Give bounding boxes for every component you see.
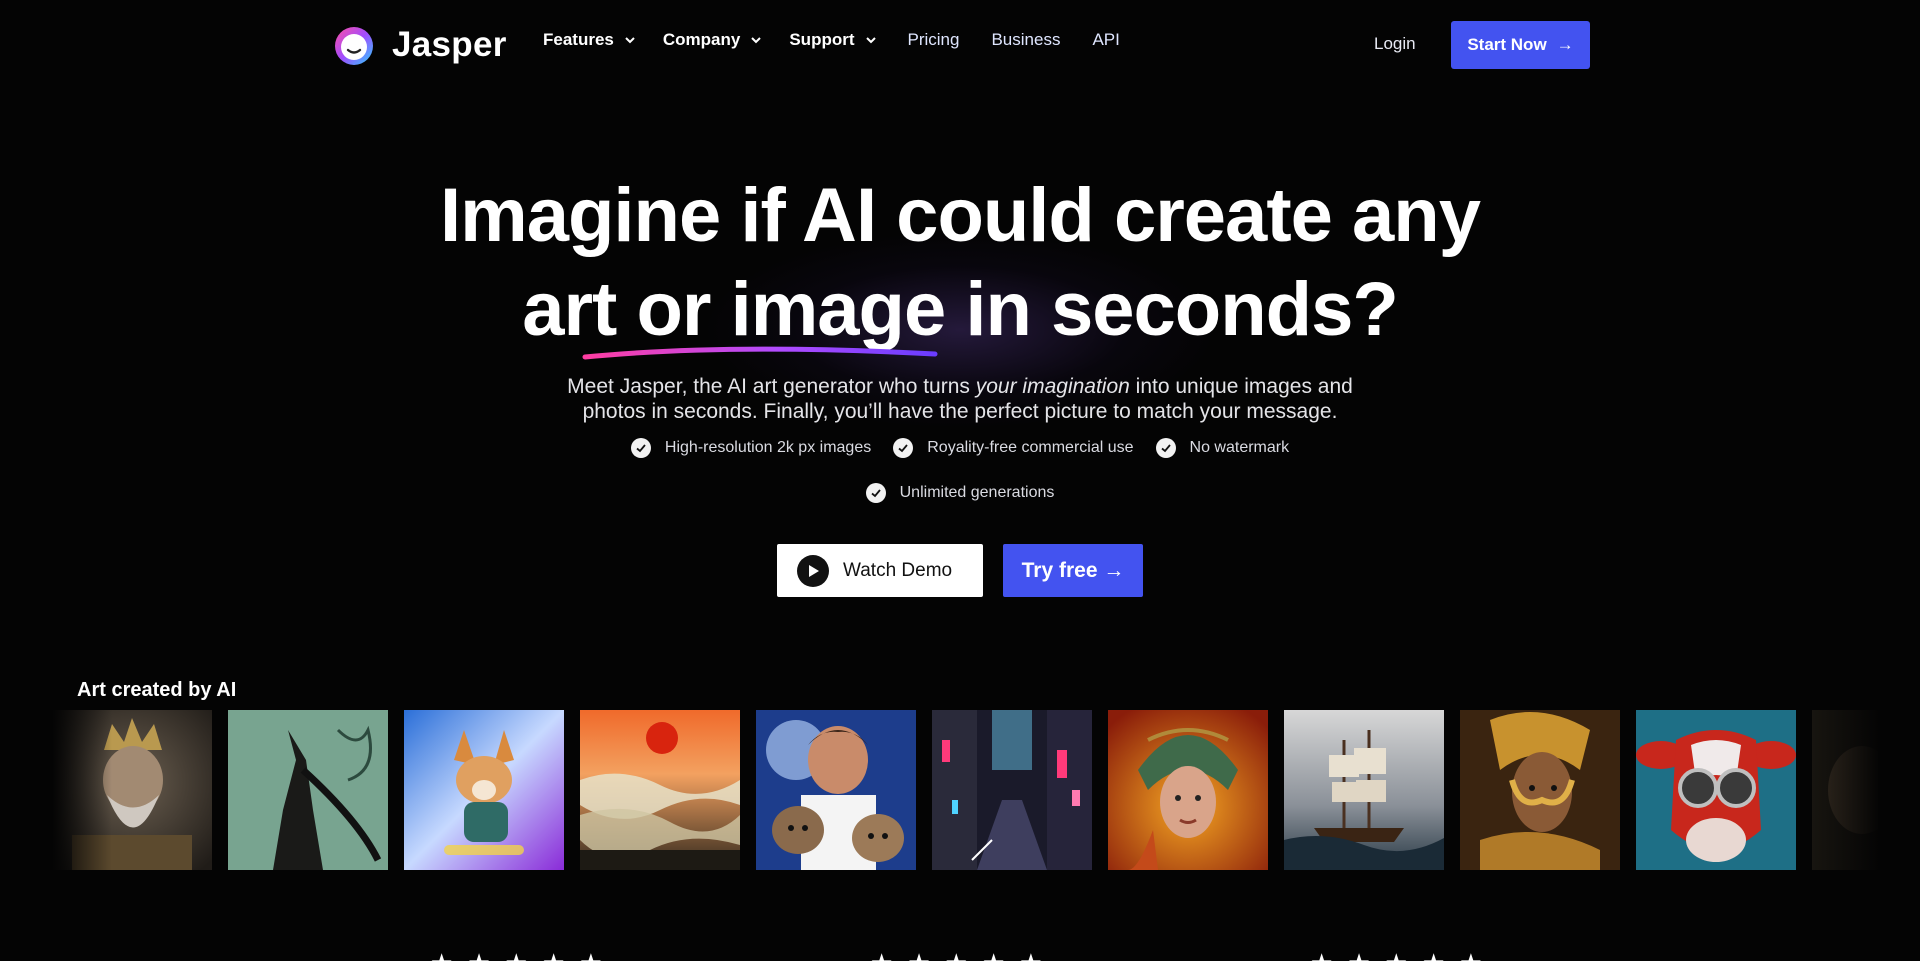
- art-gallery: [52, 710, 1878, 870]
- nav-support-label: Support: [789, 30, 855, 49]
- feature-item: High-resolution 2k px images: [630, 438, 872, 458]
- sailing-ship-image: [1284, 710, 1444, 870]
- jasper-logo[interactable]: Jasper: [330, 24, 507, 66]
- chevron-down-icon: [865, 37, 876, 44]
- feature-item: Royality-free commercial use: [893, 438, 1134, 458]
- hero-sub-emphasis: your imagination: [975, 375, 1130, 398]
- nav-pricing-link[interactable]: Pricing: [908, 30, 960, 50]
- check-icon: [1155, 438, 1176, 458]
- rating-stars: ★ ★ ★ ★ ★: [430, 950, 603, 961]
- nav-features-dropdown[interactable]: Features: [543, 30, 637, 50]
- feature-list-row2: Unlimited generations: [0, 483, 1920, 503]
- hero-headline-line1: Imagine if AI could create any: [440, 173, 1481, 258]
- rating-stars: ★ ★ ★ ★ ★: [1310, 950, 1483, 961]
- arrow-right-icon: →: [1556, 35, 1574, 54]
- ocean-sunset-image: [580, 710, 740, 870]
- golden-woman-image: [1460, 710, 1620, 870]
- check-icon: [865, 483, 886, 503]
- warrior-woman-image: [1108, 710, 1268, 870]
- headline-underline: [582, 346, 938, 360]
- rating-stars: ★ ★ ★ ★ ★: [870, 950, 1043, 961]
- chevron-down-icon: [751, 37, 762, 44]
- star-icon: ★: [1019, 950, 1042, 961]
- hero-subtitle: Meet Jasper, the AI art generator who tu…: [0, 374, 1920, 424]
- star-icon: ★: [542, 950, 565, 961]
- login-link[interactable]: Login: [1374, 34, 1416, 54]
- watch-demo-button[interactable]: Watch Demo: [777, 544, 983, 597]
- nav-api-link[interactable]: API: [1092, 30, 1119, 50]
- jasper-logo-icon: [335, 27, 373, 65]
- star-icon: ★: [945, 950, 968, 961]
- nav-company-label: Company: [662, 30, 741, 49]
- man-with-kittens-image: [756, 710, 916, 870]
- neon-city-image: [932, 710, 1092, 870]
- feature-item: Unlimited generations: [865, 483, 1055, 503]
- star-icon: ★: [1459, 950, 1482, 961]
- star-icon: ★: [1385, 950, 1408, 961]
- dark-creature-image: [228, 710, 388, 870]
- top-navbar: Jasper Features Company Support Pricing …: [0, 0, 1920, 90]
- hero-headline-line2: art or image in seconds?: [522, 267, 1399, 352]
- nav-support-dropdown[interactable]: Support: [789, 30, 877, 50]
- star-icon: ★: [870, 950, 893, 961]
- art-gallery-title: Art created by AI: [77, 679, 237, 701]
- star-icon: ★: [1310, 950, 1333, 961]
- logo-text: Jasper: [392, 25, 507, 64]
- watch-demo-label: Watch Demo: [843, 559, 953, 581]
- start-now-label: Start Now: [1467, 35, 1547, 54]
- star-icon: ★: [579, 950, 602, 961]
- feature-item: No watermark: [1155, 438, 1290, 458]
- star-icon: ★: [505, 950, 528, 961]
- star-icon: ★: [467, 950, 490, 961]
- hero-sub-line2: photos in seconds. Finally, you’ll have …: [582, 400, 1338, 423]
- nav-menu: Features Company Support Pricing Busines…: [543, 30, 1120, 50]
- check-icon: [893, 438, 914, 458]
- feature-label: Royality-free commercial use: [927, 439, 1134, 456]
- try-free-button[interactable]: Try free →: [1003, 544, 1143, 597]
- hero-sub-part2: into unique images and: [1129, 375, 1353, 398]
- corgi-image: [404, 710, 564, 870]
- cow-sunglasses-image: [1636, 710, 1796, 870]
- chevron-down-icon: [625, 37, 635, 44]
- play-icon: [797, 554, 829, 587]
- gallery-fade-right: [1800, 710, 1880, 870]
- try-free-label: Try free →: [1021, 558, 1125, 582]
- nav-business-link[interactable]: Business: [991, 30, 1060, 50]
- nav-features-label: Features: [543, 30, 614, 49]
- star-icon: ★: [430, 950, 453, 961]
- feature-label: High-resolution 2k px images: [664, 439, 872, 456]
- feature-label: No watermark: [1189, 439, 1290, 456]
- star-icon: ★: [907, 950, 930, 961]
- feature-label: Unlimited generations: [899, 484, 1055, 501]
- check-icon: [630, 438, 651, 458]
- nav-company-dropdown[interactable]: Company: [663, 30, 763, 50]
- hero-sub-part1: Meet Jasper, the AI art generator who tu…: [567, 375, 976, 398]
- start-now-button[interactable]: Start Now →: [1451, 21, 1590, 69]
- gallery-fade-left: [52, 710, 112, 870]
- star-icon: ★: [1422, 950, 1445, 961]
- star-icon: ★: [1347, 950, 1370, 961]
- star-icon: ★: [982, 950, 1005, 961]
- feature-list: High-resolution 2k px images Royality-fr…: [0, 438, 1920, 458]
